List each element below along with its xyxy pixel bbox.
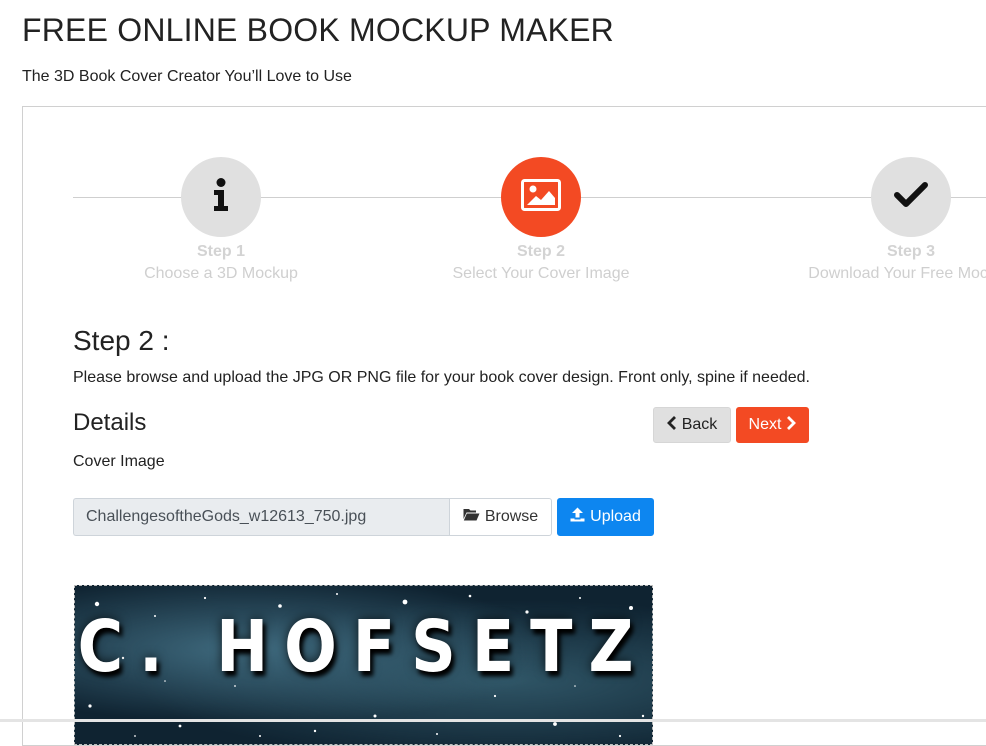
info-icon: [211, 177, 231, 217]
back-button-label: Back: [681, 416, 718, 433]
step-3-circle: [871, 157, 951, 237]
mockup-wizard-panel: Step 1 Choose a 3D Mockup Step 2 Select …: [22, 106, 986, 746]
step-1[interactable]: Step 1 Choose a 3D Mockup: [101, 157, 341, 283]
step-3-label: Download Your Free Mockup: [808, 265, 986, 282]
image-icon: [521, 178, 561, 216]
step-heading: Step 2 :: [73, 325, 170, 356]
upload-icon: [570, 507, 585, 527]
upload-button-label: Upload: [590, 508, 641, 525]
chevron-right-icon: [786, 415, 797, 435]
cover-file-input[interactable]: ChallengesoftheGods_w12613_750.jpg: [73, 498, 450, 536]
step-2-circle: [501, 157, 581, 237]
browse-button[interactable]: Browse: [449, 498, 552, 536]
back-button[interactable]: Back: [653, 407, 731, 443]
details-heading: Details: [73, 409, 147, 436]
step-1-circle: [181, 157, 261, 237]
step-1-number: Step 1: [196, 243, 245, 260]
chevron-left-icon: [666, 415, 677, 435]
page-subtitle: The 3D Book Cover Creator You’ll Love to…: [22, 68, 352, 85]
step-instructions: Please browse and upload the JPG OR PNG …: [73, 369, 810, 386]
step-2-label: Select Your Cover Image: [452, 265, 630, 282]
next-button[interactable]: Next: [736, 407, 809, 443]
page-title: FREE ONLINE BOOK MOCKUP MAKER: [22, 12, 614, 48]
step-2[interactable]: Step 2 Select Your Cover Image: [421, 157, 661, 283]
upload-button[interactable]: Upload: [557, 498, 654, 536]
step-2-number: Step 2: [516, 243, 565, 260]
checkmark-icon: [894, 181, 928, 213]
step-3[interactable]: Step 3 Download Your Free Mockup: [791, 157, 986, 283]
cover-image-label: Cover Image: [73, 453, 165, 470]
next-button-label: Next: [748, 416, 782, 433]
step-1-label: Choose a 3D Mockup: [144, 265, 298, 282]
step-3-number: Step 3: [886, 243, 935, 260]
browse-button-label: Browse: [484, 508, 539, 525]
cover-author-text: C. HOFSETZ: [77, 604, 650, 689]
folder-open-icon: [463, 508, 480, 526]
